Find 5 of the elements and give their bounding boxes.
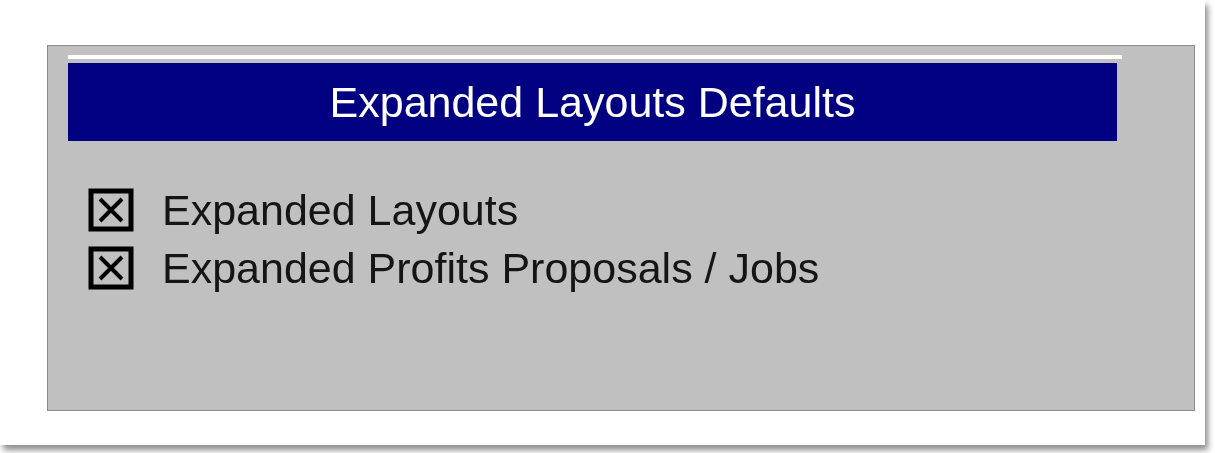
checkbox-label: Expanded Profits Proposals / Jobs [162,243,820,293]
checkbox[interactable] [88,188,134,232]
checkbox[interactable] [88,246,134,290]
checkbox-label: Expanded Layouts [162,185,519,235]
section-header: Expanded Layouts Defaults [68,63,1117,141]
